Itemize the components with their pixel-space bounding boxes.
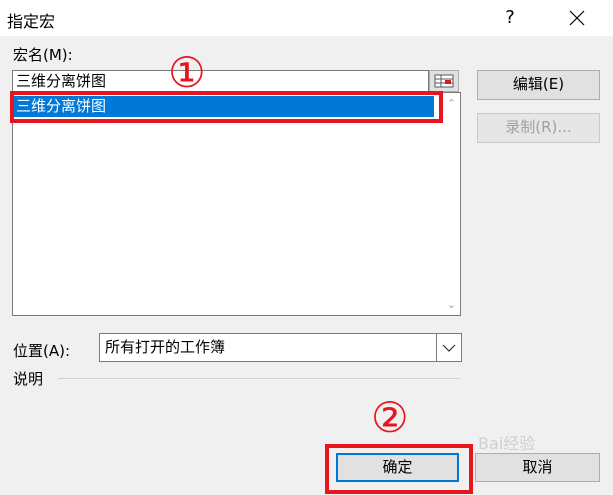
- chevron-down-icon[interactable]: [436, 334, 461, 361]
- macro-name-value: 三维分离饼图: [16, 72, 107, 90]
- location-dropdown[interactable]: 所有打开的工作簿: [99, 333, 462, 362]
- title-bar: 指定宏 ?: [0, 0, 613, 36]
- window-title: 指定宏: [7, 12, 56, 31]
- macro-name-label: 宏名(M):: [13, 46, 73, 64]
- annotation-marker-2: ②: [371, 393, 409, 442]
- location-value: 所有打开的工作簿: [105, 338, 226, 356]
- record-button[interactable]: 录制(R)...: [477, 113, 600, 143]
- range-select-icon: [434, 74, 454, 88]
- collapse-dialog-button[interactable]: [429, 70, 459, 92]
- macro-list[interactable]: 三维分离饼图 ⌃ ⌄: [12, 92, 461, 316]
- help-button[interactable]: ?: [500, 4, 520, 32]
- watermark: Bai经验: [478, 434, 536, 453]
- edit-button[interactable]: 编辑(E): [477, 70, 600, 100]
- list-item[interactable]: 三维分离饼图: [14, 96, 434, 117]
- scroll-down-icon[interactable]: ⌄: [443, 296, 460, 313]
- macro-name-input[interactable]: 三维分离饼图: [12, 70, 429, 92]
- location-label: 位置(A):: [13, 342, 71, 360]
- close-button[interactable]: [562, 4, 592, 32]
- description-label: 说明: [13, 370, 44, 388]
- scroll-up-icon[interactable]: ⌃: [443, 95, 460, 112]
- cancel-button[interactable]: 取消: [475, 453, 600, 482]
- ok-button[interactable]: 确定: [336, 453, 459, 482]
- close-icon: [569, 10, 585, 26]
- list-scrollbar[interactable]: ⌃ ⌄: [443, 93, 460, 315]
- description-divider: [58, 378, 460, 379]
- annotation-marker-1: ①: [168, 48, 206, 97]
